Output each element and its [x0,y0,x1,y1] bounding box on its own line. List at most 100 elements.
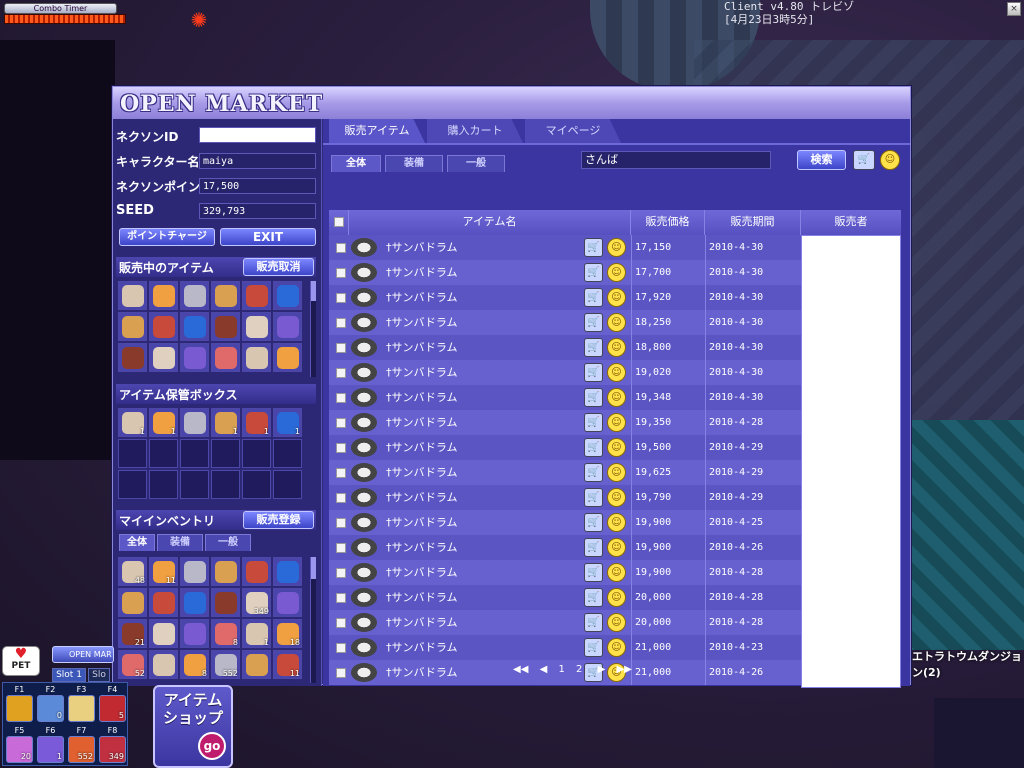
table-row[interactable]: †サンバドラム 🛒 ☺ 17,920 2010-4-30 [329,285,801,310]
add-to-cart-icon[interactable]: 🛒 [584,388,603,407]
col-seller[interactable]: 販売者 [801,210,901,235]
row-checkbox[interactable] [336,668,346,678]
slot-tab-2[interactable]: Slo [88,668,110,682]
row-checkbox[interactable] [336,568,346,578]
row-checkbox[interactable] [336,318,346,328]
scroll-thumb[interactable] [311,281,316,301]
item-name[interactable]: †サンバドラム [386,610,458,635]
search-input[interactable]: さんば [581,151,771,169]
pager-first[interactable]: ◀◀ [513,664,528,675]
coin-icon[interactable]: ☺ [880,150,900,170]
add-to-cart-icon[interactable]: 🛒 [584,438,603,457]
table-row[interactable]: †サンバドラム 🛒 ☺ 19,348 2010-4-30 [329,385,801,410]
selling-scrollbar[interactable] [310,281,316,377]
item-slot[interactable]: 1 [242,619,271,648]
row-checkbox[interactable] [336,418,346,428]
item-slot[interactable] [149,439,178,468]
item-slot[interactable] [180,281,209,310]
nexon-id-field[interactable] [199,127,316,143]
buy-coin-icon[interactable]: ☺ [607,488,626,507]
row-checkbox[interactable] [336,518,346,528]
buy-coin-icon[interactable]: ☺ [607,388,626,407]
row-checkbox[interactable] [336,368,346,378]
item-slot[interactable] [118,281,147,310]
table-row[interactable]: †サンバドラム 🛒 ☺ 18,250 2010-4-30 [329,310,801,335]
item-slot[interactable] [180,619,209,648]
pet-button[interactable]: ♥ PET [2,646,40,676]
item-slot[interactable]: 1 [242,408,271,437]
buy-coin-icon[interactable]: ☺ [607,338,626,357]
cancel-sale-button[interactable]: 販売取消 [243,258,314,276]
item-slot[interactable]: 1 [118,408,147,437]
buy-coin-icon[interactable]: ☺ [607,588,626,607]
item-slot[interactable]: 1 [273,408,302,437]
item-name[interactable]: †サンバドラム [386,585,458,610]
table-row[interactable]: †サンバドラム 🛒 ☺ 19,790 2010-4-29 [329,485,801,510]
item-name[interactable]: †サンバドラム [386,460,458,485]
table-row[interactable]: †サンバドラム 🛒 ☺ 17,150 2010-4-30 [329,235,801,260]
add-to-cart-icon[interactable]: 🛒 [584,463,603,482]
table-row[interactable]: †サンバドラム 🛒 ☺ 17,700 2010-4-30 [329,260,801,285]
buy-coin-icon[interactable]: ☺ [607,563,626,582]
col-price[interactable]: 販売価格 [631,210,705,235]
hotkey-slot[interactable]: F6 1 [36,725,65,764]
buy-coin-icon[interactable]: ☺ [607,438,626,457]
item-name[interactable]: †サンバドラム [386,310,458,335]
table-row[interactable]: †サンバドラム 🛒 ☺ 19,625 2010-4-29 [329,460,801,485]
item-name[interactable]: †サンバドラム [386,560,458,585]
register-sale-button[interactable]: 販売登録 [243,511,314,529]
item-slot[interactable]: 1 [211,408,240,437]
add-to-cart-icon[interactable]: 🛒 [584,588,603,607]
filter-tab-general[interactable]: 一般 [447,155,505,172]
inv-tab-general[interactable]: 一般 [205,534,251,551]
item-slot[interactable] [211,343,240,372]
table-row[interactable]: †サンバドラム 🛒 ☺ 19,020 2010-4-30 [329,360,801,385]
buy-coin-icon[interactable]: ☺ [607,313,626,332]
item-slot[interactable] [149,619,178,648]
table-row[interactable]: †サンバドラム 🛒 ☺ 21,000 2010-4-23 [329,635,801,660]
buy-coin-icon[interactable]: ☺ [607,638,626,657]
pager-page-1[interactable]: 1 [558,664,564,675]
table-row[interactable]: †サンバドラム 🛒 ☺ 18,800 2010-4-30 [329,335,801,360]
buy-coin-icon[interactable]: ☺ [607,363,626,382]
tab-purchase-cart[interactable]: 購入カート [427,119,523,143]
hotkey-slot[interactable]: F4 5 [98,684,127,723]
hotkey-slot[interactable]: F5 20 [5,725,34,764]
table-row[interactable]: †サンバドラム 🛒 ☺ 19,900 2010-4-25 [329,510,801,535]
item-slot[interactable] [118,312,147,341]
item-slot[interactable] [180,470,209,499]
buy-coin-icon[interactable]: ☺ [607,288,626,307]
inv-tab-equip[interactable]: 装備 [157,534,203,551]
row-checkbox[interactable] [336,443,346,453]
item-slot[interactable] [149,281,178,310]
row-checkbox[interactable] [336,268,346,278]
item-slot[interactable]: 18 [273,619,302,648]
item-slot[interactable] [149,312,178,341]
item-slot[interactable] [211,312,240,341]
row-checkbox[interactable] [336,468,346,478]
item-slot[interactable] [242,439,271,468]
pager-page-2[interactable]: 2 [576,664,582,675]
col-item-name[interactable]: アイテム名 [349,210,631,235]
item-name[interactable]: †サンバドラム [386,410,458,435]
table-row[interactable]: †サンバドラム 🛒 ☺ 19,900 2010-4-26 [329,535,801,560]
item-slot[interactable]: 8 [211,619,240,648]
item-name[interactable]: †サンバドラム [386,485,458,510]
item-slot[interactable] [211,439,240,468]
add-to-cart-icon[interactable]: 🛒 [584,488,603,507]
item-slot[interactable] [211,588,240,617]
add-to-cart-icon[interactable]: 🛒 [584,363,603,382]
item-slot[interactable] [211,281,240,310]
item-slot[interactable] [180,312,209,341]
inv-tab-all[interactable]: 全体 [119,534,155,551]
item-shop-go[interactable]: go [198,732,226,760]
add-to-cart-icon[interactable]: 🛒 [584,263,603,282]
item-slot[interactable] [118,439,147,468]
item-slot[interactable]: 52 [118,650,147,679]
item-slot[interactable]: 11 [273,650,302,679]
item-slot[interactable] [118,343,147,372]
table-row[interactable]: †サンバドラム 🛒 ☺ 19,350 2010-4-28 [329,410,801,435]
item-slot[interactable]: 552 [211,650,240,679]
cart-icon[interactable]: 🛒 [853,150,875,170]
row-checkbox[interactable] [336,643,346,653]
